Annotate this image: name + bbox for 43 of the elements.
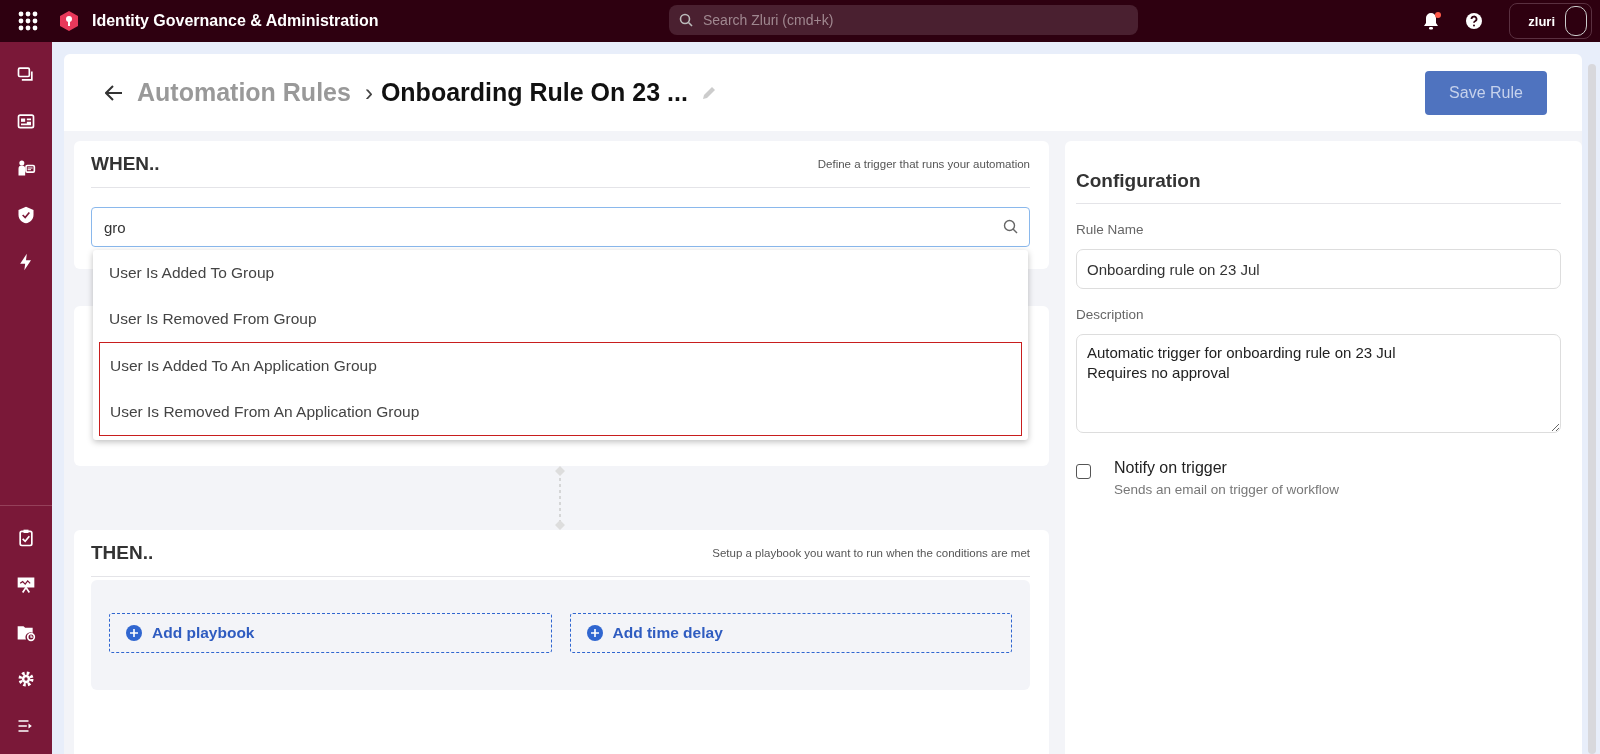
trigger-hint: Define a trigger that runs your automation — [817, 158, 1030, 170]
search-icon — [679, 13, 693, 27]
when-heading: WHEN.. — [91, 153, 160, 175]
search-field[interactable]: Search Zluri (cmd+k) — [669, 5, 1138, 35]
account-menu[interactable]: zluri — [1509, 3, 1592, 39]
add-action-button[interactable]: Add time delay — [569, 613, 1012, 653]
trigger-option[interactable]: User Is Removed From An Application Group — [100, 389, 1021, 435]
windows-icon[interactable] — [16, 64, 36, 84]
avatar-icon — [1565, 6, 1587, 36]
scrollbar[interactable] — [1588, 64, 1596, 754]
shield-icon[interactable] — [16, 205, 36, 225]
notify-hint: Sends an email on trigger of workflow — [1114, 482, 1341, 497]
trigger-search-field[interactable]: gro — [91, 207, 1030, 247]
settings-icon[interactable] — [16, 669, 36, 689]
keyhole-logo-icon — [60, 11, 78, 31]
connector-line — [553, 466, 566, 530]
configuration-heading: Configuration — [1076, 141, 1561, 204]
field-label: Rule Name — [1076, 222, 1145, 237]
notify-checkbox[interactable] — [1076, 464, 1091, 479]
trigger-option[interactable]: User Is Added To An Application Group — [100, 343, 1021, 389]
description-field[interactable]: Automatic trigger for onboarding rule on 23 Jul Requires no approval — [1076, 334, 1561, 433]
id-card-icon[interactable] — [16, 111, 36, 131]
breadcrumb-separator: › — [364, 78, 373, 107]
person-chat-icon[interactable] — [16, 158, 36, 178]
presentation-board-icon[interactable] — [16, 575, 36, 595]
rule-title: Onboarding Rule On 23 ... — [380, 78, 688, 107]
brand-name: zluri — [1528, 13, 1555, 29]
then-heading: THEN.. — [91, 542, 154, 564]
search-icon — [1003, 219, 1018, 234]
notify-label: Notify on trigger — [1114, 459, 1228, 477]
help-icon[interactable] — [1465, 12, 1484, 30]
plus-circle-icon — [126, 625, 142, 641]
trigger-option[interactable]: User Is Removed From Group — [99, 296, 1022, 342]
clipboard-check-icon[interactable] — [16, 528, 36, 548]
action-hint: Setup a playbook you want to run when the conditions are met — [712, 547, 1030, 559]
plus-circle-icon — [586, 625, 603, 641]
add-action-button[interactable]: Add playbook — [109, 613, 552, 653]
app-title: Identity Governance & Administration — [92, 12, 379, 30]
apps-grid-icon[interactable] — [18, 11, 38, 31]
notification-bell-icon[interactable] — [1423, 12, 1440, 30]
rule-name-field[interactable]: Onboarding rule on 23 Jul — [1076, 249, 1561, 289]
trigger-option[interactable]: User Is Added To Group — [99, 250, 1022, 296]
field-label: Description — [1076, 307, 1145, 322]
